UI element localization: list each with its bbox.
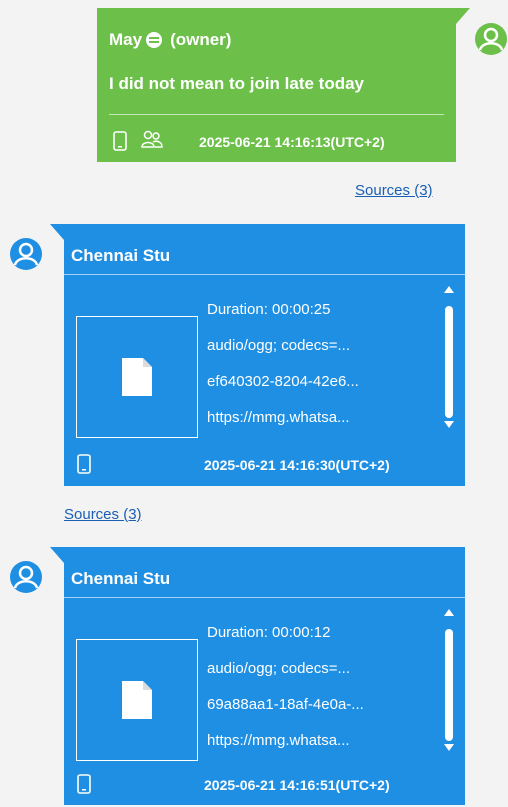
attachment-duration: Duration: 00:00:12 (207, 624, 331, 641)
divider (64, 274, 465, 275)
attachment-scrollbar[interactable] (444, 607, 454, 757)
scroll-up-icon[interactable] (444, 286, 454, 294)
attachment-url: https://mmg.whatsa... (207, 409, 350, 426)
message-timestamp: 2025-06-21 14:16:30(UTC+2) (204, 457, 390, 473)
message-timestamp: 2025-06-21 14:16:51(UTC+2) (204, 777, 390, 793)
message-bubble-incoming: Chennai Stu Duration: 00:00:12 audio/ogg… (64, 547, 465, 805)
sender-name: May (109, 30, 143, 49)
emoji-icon (146, 32, 163, 48)
sender-role: (owner) (170, 30, 232, 49)
bubble-notch (50, 547, 64, 563)
scroll-down-icon[interactable] (444, 421, 454, 429)
bubble-notch (456, 8, 470, 24)
sources-link[interactable]: Sources (3) (64, 506, 142, 523)
attachment-url: https://mmg.whatsa... (207, 732, 350, 749)
sources-link[interactable]: Sources (3) (355, 182, 433, 199)
user-avatar-icon (475, 23, 507, 55)
file-icon (122, 681, 152, 719)
attachment-duration: Duration: 00:00:25 (207, 301, 331, 318)
attachment-meta: Duration: 00:00:25 audio/ogg; codecs=...… (207, 292, 359, 436)
attachment-mime: audio/ogg; codecs=... (207, 337, 351, 354)
sender-name: Chennai Stu (71, 569, 171, 588)
attachment-thumbnail[interactable] (76, 639, 198, 761)
scrollbar-thumb[interactable] (445, 306, 453, 418)
file-icon (122, 358, 152, 396)
attachment-mime: audio/ogg; codecs=... (207, 660, 351, 677)
attachment-scrollbar[interactable] (444, 284, 454, 434)
attachment-id: 69a88aa1-18af-4e0a-... (207, 696, 364, 713)
message-bubble-owner: May (owner) I did not mean to join late … (97, 8, 456, 162)
phone-icon (77, 454, 91, 474)
sender-line: May (owner) (109, 30, 231, 50)
attachment-meta: Duration: 00:00:12 audio/ogg; codecs=...… (207, 615, 364, 759)
user-avatar-icon (10, 561, 42, 593)
sender-name: Chennai Stu (71, 246, 171, 265)
attachment-id: ef640302-8204-42e6... (207, 373, 359, 390)
scrollbar-thumb[interactable] (445, 629, 453, 741)
message-bubble-incoming: Chennai Stu Duration: 00:00:25 audio/ogg… (64, 224, 465, 486)
phone-icon (77, 774, 91, 794)
message-text: I did not mean to join late today (109, 74, 365, 93)
divider (64, 597, 465, 598)
attachment-thumbnail[interactable] (76, 316, 198, 438)
bubble-notch (50, 224, 64, 240)
group-icon (141, 130, 163, 148)
scroll-down-icon[interactable] (444, 744, 454, 752)
user-avatar-icon (10, 238, 42, 270)
phone-icon (113, 131, 127, 151)
scroll-up-icon[interactable] (444, 609, 454, 617)
divider (109, 114, 444, 115)
message-timestamp: 2025-06-21 14:16:13(UTC+2) (199, 134, 385, 150)
